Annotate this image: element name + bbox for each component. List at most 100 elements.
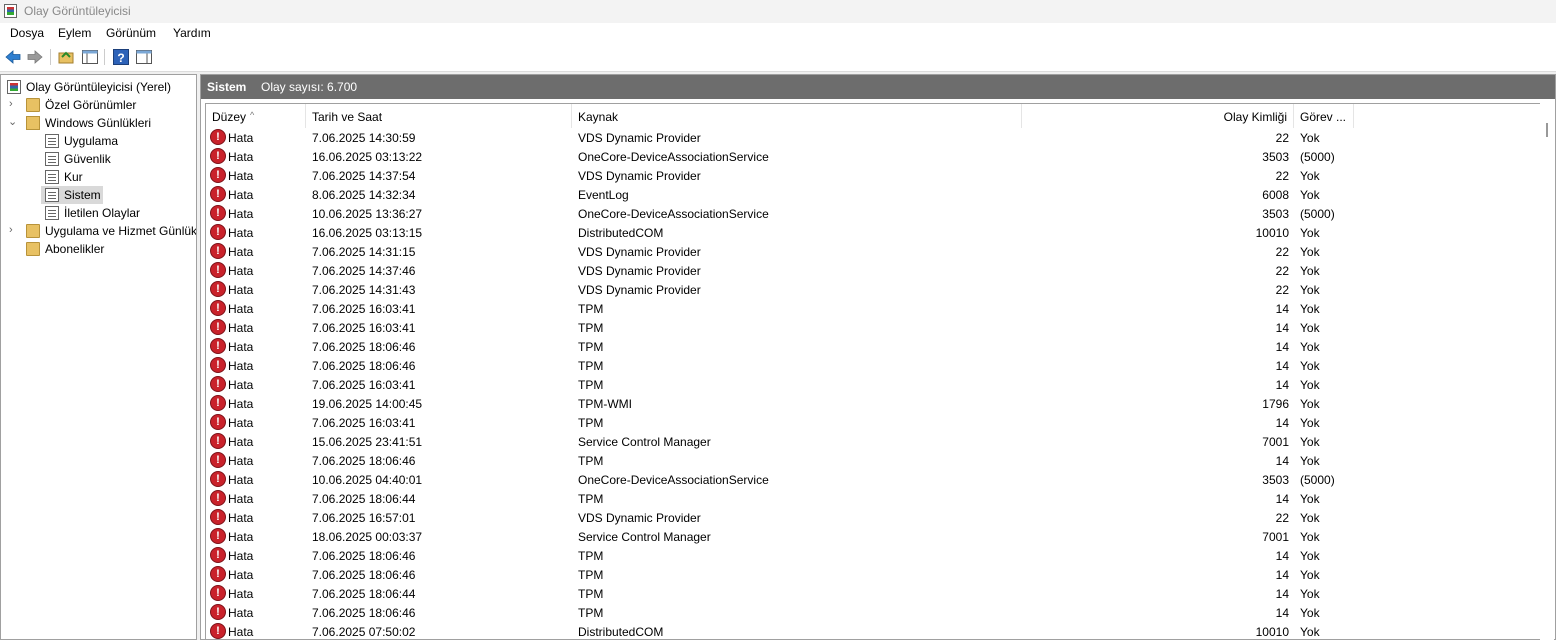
table-row[interactable]: ! Hata 19.06.2025 14:00:45 TPM-WMI 1796 Yok	[206, 394, 1540, 413]
tree-item-label: Uygulama ve Hizmet Günlük	[45, 224, 197, 238]
cell-task: Yok	[1300, 454, 1320, 468]
table-row[interactable]: ! Hata 7.06.2025 16:57:01 VDS Dynamic Provi…	[206, 508, 1540, 527]
tree-item-custom-views[interactable]: › Özel Görünümler	[5, 96, 195, 114]
tree-item-uygulama[interactable]: Uygulama	[5, 132, 195, 150]
table-row[interactable]: ! Hata 7.06.2025 16:03:41 TPM 14 Yok	[206, 413, 1540, 432]
table-row[interactable]: ! Hata 7.06.2025 16:03:41 TPM 14 Yok	[206, 375, 1540, 394]
tree-item-kur[interactable]: Kur	[5, 168, 195, 186]
help-icon[interactable]: ?	[112, 48, 130, 66]
tree-item-root[interactable]: Olay Görüntüleyicisi (Yerel)	[5, 78, 195, 96]
cell-source: EventLog	[578, 188, 629, 202]
table-row[interactable]: ! Hata 7.06.2025 18:06:44 TPM 14 Yok	[206, 489, 1540, 508]
cell-datetime: 15.06.2025 23:41:51	[312, 435, 423, 449]
table-row[interactable]: ! Hata 7.06.2025 18:06:46 TPM 14 Yok	[206, 337, 1540, 356]
table-row[interactable]: ! Hata 18.06.2025 00:03:37 Service Control …	[206, 527, 1540, 546]
scrollbar-thumb[interactable]	[1546, 123, 1548, 137]
cell-source: OneCore-DeviceAssociationService	[578, 473, 769, 487]
column-header-source[interactable]: Kaynak	[572, 104, 1022, 128]
cell-source: OneCore-DeviceAssociationService	[578, 150, 769, 164]
cell-datetime: 10.06.2025 13:36:27	[312, 207, 423, 221]
table-row[interactable]: ! Hata 10.06.2025 04:40:01 OneCore-DeviceAs…	[206, 470, 1540, 489]
cell-level: Hata	[228, 568, 254, 582]
column-header-datetime[interactable]: Tarih ve Saat	[306, 104, 572, 128]
tree-item-subscriptions[interactable]: Abonelikler	[5, 240, 195, 258]
menu-bar: Dosya Eylem Görünüm Yardım	[0, 23, 1556, 44]
table-row[interactable]: ! Hata 7.06.2025 18:06:46 TPM 14 Yok	[206, 356, 1540, 375]
log-icon	[45, 188, 59, 202]
error-icon: !	[210, 357, 226, 373]
table-row[interactable]: ! Hata 7.06.2025 16:03:41 TPM 14 Yok	[206, 318, 1540, 337]
table-row[interactable]: ! Hata 7.06.2025 14:31:43 VDS Dynamic Provi…	[206, 280, 1540, 299]
table-row[interactable]: ! Hata 7.06.2025 18:06:46 TPM 14 Yok	[206, 565, 1540, 584]
cell-event-id: 14	[1275, 416, 1289, 430]
table-row[interactable]: ! Hata 7.06.2025 14:30:59 VDS Dynamic Provi…	[206, 128, 1540, 147]
table-row[interactable]: ! Hata 7.06.2025 16:03:41 TPM 14 Yok	[206, 299, 1540, 318]
error-icon: !	[210, 300, 226, 316]
tree-item-sistem[interactable]: Sistem	[5, 186, 195, 204]
back-arrow-icon[interactable]	[4, 48, 22, 66]
table-row[interactable]: ! Hata 16.06.2025 03:13:22 OneCore-DeviceAs…	[206, 147, 1540, 166]
cell-datetime: 7.06.2025 07:50:02	[312, 625, 416, 639]
cell-source: VDS Dynamic Provider	[578, 169, 701, 183]
table-row[interactable]: ! Hata 7.06.2025 18:06:44 TPM 14 Yok	[206, 584, 1540, 603]
table-row[interactable]: ! Hata 16.06.2025 03:13:15 DistributedCOM 10…	[206, 223, 1540, 242]
cell-level: Hata	[228, 188, 254, 202]
error-icon: !	[210, 585, 226, 601]
action-pane-icon[interactable]	[135, 48, 153, 66]
cell-event-id: 3503	[1262, 150, 1289, 164]
column-header-event-id[interactable]: Olay Kimliği	[1022, 104, 1294, 128]
cell-source: VDS Dynamic Provider	[578, 245, 701, 259]
chevron-down-icon[interactable]: ⌄	[8, 116, 18, 128]
table-row[interactable]: ! Hata 7.06.2025 18:06:46 TPM 14 Yok	[206, 451, 1540, 470]
error-icon: !	[210, 547, 226, 563]
chevron-right-icon[interactable]: ›	[9, 98, 19, 110]
table-row[interactable]: ! Hata 7.06.2025 14:37:54 VDS Dynamic Provi…	[206, 166, 1540, 185]
sort-ascending-icon: ^	[250, 110, 255, 120]
menu-gorunum[interactable]: Görünüm	[106, 26, 156, 40]
column-header-task[interactable]: Görev ...	[1294, 104, 1354, 128]
vertical-scrollbar[interactable]	[1540, 101, 1554, 640]
error-icon: !	[210, 186, 226, 202]
cell-event-id: 3503	[1262, 473, 1289, 487]
table-row[interactable]: ! Hata 7.06.2025 14:31:15 VDS Dynamic Provi…	[206, 242, 1540, 261]
table-row[interactable]: ! Hata 7.06.2025 07:50:02 DistributedCOM 100…	[206, 622, 1540, 639]
table-row[interactable]: ! Hata 8.06.2025 14:32:34 EventLog 6008 Yok	[206, 185, 1540, 204]
column-header-level[interactable]: Düzey ^	[206, 104, 306, 128]
column-label: Düzey	[212, 110, 247, 124]
error-icon: !	[210, 167, 226, 183]
cell-task: (5000)	[1300, 150, 1335, 164]
table-row[interactable]: ! Hata 7.06.2025 14:37:46 VDS Dynamic Provi…	[206, 261, 1540, 280]
tree-item-label: Özel Görünümler	[45, 98, 137, 112]
chevron-right-icon[interactable]: ›	[9, 224, 19, 236]
cell-source: Service Control Manager	[578, 530, 711, 544]
menu-eylem[interactable]: Eylem	[58, 26, 91, 40]
tree-item-app-service-logs[interactable]: › Uygulama ve Hizmet Günlük	[5, 222, 197, 240]
cell-task: Yok	[1300, 397, 1320, 411]
cell-event-id: 10010	[1255, 625, 1289, 639]
error-icon: !	[210, 471, 226, 487]
table-row[interactable]: ! Hata 15.06.2025 23:41:51 Service Control …	[206, 432, 1540, 451]
cell-event-id: 6008	[1262, 188, 1289, 202]
folder-icon	[26, 224, 40, 238]
table-row[interactable]: ! Hata 10.06.2025 13:36:27 OneCore-DeviceAs…	[206, 204, 1540, 223]
tree-item-iletilen-olaylar[interactable]: İletilen Olaylar	[5, 204, 195, 222]
menu-yardim[interactable]: Yardım	[173, 26, 211, 40]
forward-arrow-icon[interactable]	[26, 48, 44, 66]
cell-datetime: 7.06.2025 14:31:43	[312, 283, 416, 297]
console-tree-icon[interactable]	[81, 48, 99, 66]
cell-source: TPM	[578, 549, 604, 563]
menu-dosya[interactable]: Dosya	[10, 26, 44, 40]
error-icon: !	[210, 281, 226, 297]
tree-item-windows-logs[interactable]: ⌄ Windows Günlükleri	[5, 114, 195, 132]
cell-datetime: 7.06.2025 14:31:15	[312, 245, 416, 259]
error-icon: !	[210, 414, 226, 430]
tree-item-guvenlik[interactable]: Güvenlik	[5, 150, 195, 168]
open-folder-icon[interactable]	[57, 48, 75, 66]
table-row[interactable]: ! Hata 7.06.2025 18:06:46 TPM 14 Yok	[206, 546, 1540, 565]
cell-level: Hata	[228, 321, 254, 335]
cell-task: Yok	[1300, 492, 1320, 506]
cell-task: Yok	[1300, 587, 1320, 601]
cell-level: Hata	[228, 416, 254, 430]
table-row[interactable]: ! Hata 7.06.2025 18:06:46 TPM 14 Yok	[206, 603, 1540, 622]
cell-source: VDS Dynamic Provider	[578, 131, 701, 145]
